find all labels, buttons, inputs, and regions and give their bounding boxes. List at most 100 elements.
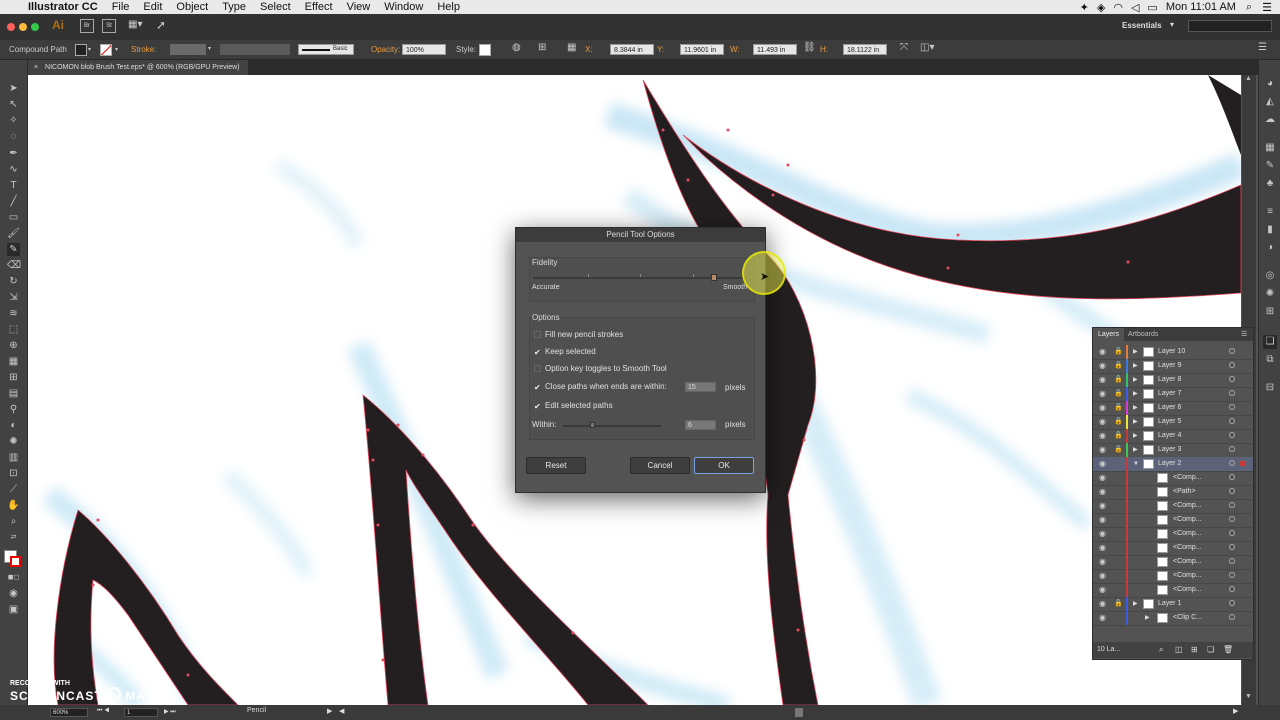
menu-help[interactable]: Help (437, 0, 460, 14)
width-field[interactable]: 11.493 in (753, 44, 797, 55)
layer-target-icon[interactable] (1229, 460, 1235, 466)
artboard-first-icon[interactable]: ⏮ ◀ (97, 708, 109, 715)
layer-target-icon[interactable] (1229, 558, 1235, 564)
layer-target-icon[interactable] (1229, 418, 1235, 424)
layer-target-icon[interactable] (1229, 376, 1235, 382)
swatches-icon[interactable]: ▦ (1263, 141, 1277, 155)
visibility-eye-icon[interactable]: ◉ (1099, 429, 1106, 443)
menu-effect[interactable]: Effect (305, 0, 333, 14)
artboard-tool-icon[interactable]: ⊡ (7, 467, 20, 480)
layer-name[interactable]: <Path> (1173, 485, 1196, 499)
menu-type[interactable]: Type (222, 0, 246, 14)
stroke-swatch[interactable] (100, 44, 112, 56)
menu-file[interactable]: File (112, 0, 130, 14)
artboards-panel-icon[interactable]: ⧉ (1263, 353, 1277, 367)
free-transform-tool-icon[interactable]: ⬚ (7, 323, 20, 336)
fidelity-slider-thumb[interactable] (711, 274, 718, 281)
layer-name[interactable]: <Comp... (1173, 569, 1202, 583)
layer-target-icon[interactable] (1229, 586, 1235, 592)
scroll-down-icon[interactable]: ▼ (1245, 693, 1252, 700)
workspace-dropdown-icon[interactable]: ▾ (1170, 20, 1174, 29)
expand-triangle-icon[interactable]: ▶ (1145, 611, 1150, 625)
close-paths-option[interactable]: ✔ Close paths when ends are within: (534, 382, 667, 392)
scroll-left-icon[interactable]: ◀ (339, 707, 344, 715)
layer-target-icon[interactable] (1229, 544, 1235, 550)
pencil-tool-icon[interactable]: ✎ (7, 243, 20, 256)
stroke-color-box[interactable] (10, 556, 21, 567)
fill-new-strokes-option[interactable]: Fill new pencil strokes (534, 330, 623, 340)
layer-row[interactable]: ◉ ▼ Layer 2 (1093, 457, 1253, 472)
type-tool-icon[interactable]: T (7, 179, 20, 192)
search-adobe-stock-input[interactable] (1188, 20, 1272, 32)
within-slider-thumb[interactable] (590, 422, 596, 428)
recolor-artwork-icon[interactable]: ◍ (512, 42, 521, 53)
layer-name[interactable]: <Comp... (1173, 583, 1202, 597)
visibility-eye-icon[interactable]: ◉ (1099, 345, 1106, 359)
layer-target-icon[interactable] (1229, 348, 1235, 354)
selection-tool-icon[interactable]: ➤ (7, 82, 20, 95)
stroke-panel-icon[interactable]: ≡ (1263, 205, 1277, 219)
expand-triangle-icon[interactable]: ▶ (1133, 387, 1138, 401)
sublayer-row[interactable]: ◉ <Comp... (1093, 569, 1253, 584)
isolate-selected-icon[interactable]: ◫▾ (920, 42, 934, 53)
menu-object[interactable]: Object (176, 0, 208, 14)
layer-name[interactable]: <Comp... (1173, 541, 1202, 555)
reset-button[interactable]: Reset (526, 457, 586, 474)
align-to-icon[interactable]: ⊞ (538, 42, 546, 53)
visibility-eye-icon[interactable]: ◉ (1099, 583, 1106, 597)
locate-object-icon[interactable]: ⌕ (1159, 642, 1163, 658)
warp-tool-icon[interactable]: ≋ (7, 307, 20, 320)
spotlight-icon[interactable]: ⌕ (1246, 1, 1252, 14)
layer-target-icon[interactable] (1229, 600, 1235, 606)
graphic-style-swatch[interactable] (479, 44, 491, 56)
pen-tool-icon[interactable]: ✒ (7, 147, 20, 160)
close-paths-pixels-input[interactable]: 15 (685, 382, 716, 392)
visibility-eye-icon[interactable]: ◉ (1099, 499, 1106, 513)
visibility-eye-icon[interactable]: ◉ (1099, 611, 1106, 625)
lock-icon[interactable]: 🔒 (1114, 401, 1123, 415)
layer-name[interactable]: <Comp... (1173, 555, 1202, 569)
layer-row[interactable]: ◉ 🔒 ▶ Layer 8 (1093, 373, 1253, 388)
lock-icon[interactable]: 🔒 (1114, 429, 1123, 443)
fill-dropdown-icon[interactable]: ▾ (88, 46, 91, 53)
minimize-window-button[interactable] (19, 23, 27, 31)
arrange-documents-icon[interactable]: ▦▾ (128, 19, 142, 30)
layer-target-icon[interactable] (1229, 488, 1235, 494)
visibility-eye-icon[interactable]: ◉ (1099, 415, 1106, 429)
layer-target-icon[interactable] (1229, 390, 1235, 396)
expand-triangle-icon[interactable]: ▶ (1133, 373, 1138, 387)
layer-target-icon[interactable] (1229, 404, 1235, 410)
expand-triangle-icon[interactable]: ▶ (1133, 415, 1138, 429)
perspective-grid-tool-icon[interactable]: ▦ (7, 355, 20, 368)
delete-layer-icon[interactable]: 🗑 (1223, 642, 1233, 658)
make-clipping-mask-icon[interactable]: ◫ (1175, 642, 1183, 658)
clock[interactable]: Mon 11:01 AM (1166, 1, 1236, 13)
layer-target-icon[interactable] (1229, 502, 1235, 508)
menu-app-name[interactable]: Illustrator CC (28, 0, 98, 14)
menu-select[interactable]: Select (260, 0, 291, 14)
layer-name[interactable]: Layer 7 (1158, 387, 1181, 401)
layer-name[interactable]: Layer 10 (1158, 345, 1185, 359)
layer-name[interactable]: Layer 1 (1158, 597, 1181, 611)
symbol-sprayer-tool-icon[interactable]: ✺ (7, 435, 20, 448)
visibility-eye-icon[interactable]: ◉ (1099, 401, 1106, 415)
direct-selection-tool-icon[interactable]: ↖ (7, 98, 20, 111)
stroke-weight-field[interactable] (170, 44, 206, 55)
within-slider-track[interactable] (563, 425, 661, 427)
hand-tool-icon[interactable]: ✋ (7, 499, 20, 512)
expand-triangle-icon[interactable]: ▶ (1133, 359, 1138, 373)
rectangle-tool-icon[interactable]: ▭ (7, 211, 20, 224)
layer-name[interactable]: Layer 8 (1158, 373, 1181, 387)
visibility-eye-icon[interactable]: ◉ (1099, 485, 1106, 499)
rotate-tool-icon[interactable]: ↻ (7, 275, 20, 288)
close-window-button[interactable] (7, 23, 15, 31)
lock-icon[interactable]: 🔒 (1114, 345, 1123, 359)
expand-triangle-icon[interactable]: ▶ (1133, 401, 1138, 415)
lock-icon[interactable]: 🔒 (1114, 359, 1123, 373)
mesh-tool-icon[interactable]: ⊞ (7, 371, 20, 384)
layer-target-icon[interactable] (1229, 474, 1235, 480)
menu-view[interactable]: View (347, 0, 371, 14)
layers-panel-menu-icon[interactable]: ☰ (1241, 328, 1247, 341)
horizontal-scroll-thumb[interactable] (795, 708, 803, 717)
control-bar-menu-icon[interactable]: ☰ (1258, 42, 1267, 53)
